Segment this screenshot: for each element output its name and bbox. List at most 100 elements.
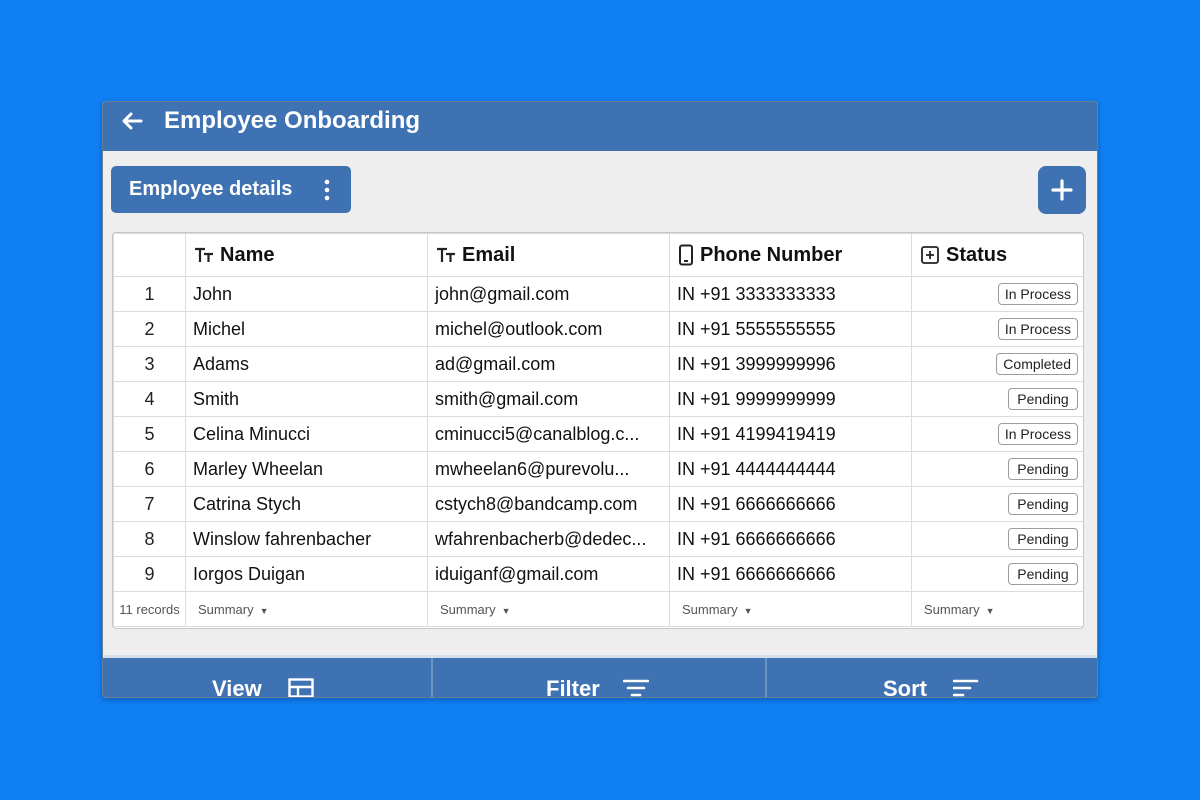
status-cell[interactable]: Pending: [911, 521, 1083, 557]
column-label: Email: [462, 243, 516, 266]
caret-down-icon: ▼: [259, 605, 269, 616]
sort-button[interactable]: Sort: [767, 658, 1097, 697]
bottom-action-bar: View Filter Sort: [103, 655, 1097, 698]
summary-dropdown: Summary ▼: [913, 601, 995, 617]
summary-cell-phone[interactable]: Summary ▼: [669, 591, 912, 627]
records-table: Name Email Phone Number Status 1 John jo…: [113, 233, 1083, 627]
email-cell[interactable]: ad@gmail.com: [427, 346, 670, 382]
name-cell[interactable]: Marley Wheelan: [185, 451, 428, 487]
email-cell[interactable]: john@gmail.com: [427, 276, 670, 312]
view-label: View: [212, 676, 262, 698]
app-window: Employee Onboarding Employee details Nam…: [102, 101, 1098, 698]
column-header-phone[interactable]: Phone Number: [669, 233, 912, 277]
status-cell[interactable]: Pending: [911, 486, 1083, 522]
row-number: 1: [113, 276, 186, 312]
status-cell[interactable]: In Process: [911, 416, 1083, 452]
status-badge: Pending: [1008, 528, 1078, 550]
column-header-name[interactable]: Name: [185, 233, 428, 277]
name-cell[interactable]: Winslow fahrenbacher: [185, 521, 428, 557]
row-number: 9: [113, 556, 186, 592]
row-number: 6: [113, 451, 186, 487]
data-grid: Name Email Phone Number Status 1 John jo…: [112, 232, 1084, 629]
name-cell[interactable]: Catrina Stych: [185, 486, 428, 522]
table-row[interactable]: 5 Celina Minucci cminucci5@canalblog.c..…: [113, 416, 1083, 452]
select-box-icon: [921, 246, 939, 264]
text-type-icon: [195, 247, 213, 262]
summary-label: Summary: [440, 601, 496, 617]
phone-cell[interactable]: IN +91 3333333333: [669, 276, 912, 312]
phone-cell[interactable]: IN +91 9999999999: [669, 381, 912, 417]
caret-down-icon: ▼: [985, 605, 995, 616]
name-cell[interactable]: Adams: [185, 346, 428, 382]
filter-label: Filter: [546, 676, 600, 698]
summary-cell-name[interactable]: Summary ▼: [185, 591, 428, 627]
table-row[interactable]: 6 Marley Wheelan mwheelan6@purevolu... I…: [113, 451, 1083, 487]
table-row[interactable]: 7 Catrina Stych cstych8@bandcamp.com IN …: [113, 486, 1083, 522]
summary-dropdown: Summary ▼: [187, 602, 269, 617]
status-cell[interactable]: Pending: [911, 381, 1083, 417]
column-header-status[interactable]: Status: [911, 233, 1083, 277]
email-cell[interactable]: michel@outlook.com: [427, 311, 670, 347]
kebab-menu-icon[interactable]: [322, 179, 332, 201]
summary-cell-email[interactable]: Summary ▼: [427, 591, 670, 627]
email-cell[interactable]: smith@gmail.com: [427, 381, 670, 417]
status-cell[interactable]: Pending: [911, 556, 1083, 592]
column-label: Name: [220, 243, 275, 266]
status-badge: Pending: [1008, 563, 1078, 585]
table-row[interactable]: 1 John john@gmail.com IN +91 3333333333 …: [113, 276, 1083, 312]
header-row: Name Email Phone Number Status: [113, 233, 1083, 277]
phone-cell[interactable]: IN +91 6666666666: [669, 486, 912, 522]
status-cell[interactable]: Completed: [911, 346, 1083, 382]
phone-cell[interactable]: IN +91 5555555555: [669, 311, 912, 347]
name-cell[interactable]: Smith: [185, 381, 428, 417]
summary-cell-status[interactable]: Summary ▼: [911, 591, 1083, 627]
phone-cell[interactable]: IN +91 6666666666: [669, 556, 912, 592]
name-cell[interactable]: Iorgos Duigan: [185, 556, 428, 592]
view-selector-button[interactable]: Employee details: [111, 166, 351, 213]
row-number: 5: [113, 416, 186, 452]
status-badge: In Process: [997, 423, 1078, 445]
row-number: 4: [113, 381, 186, 417]
row-number: 7: [113, 486, 186, 522]
email-cell[interactable]: cminucci5@canalblog.c...: [427, 416, 670, 452]
summary-label: Summary: [924, 601, 980, 617]
status-badge: In Process: [997, 318, 1078, 340]
status-badge: Completed: [996, 353, 1078, 375]
text-type-icon: [437, 247, 455, 262]
phone-cell[interactable]: IN +91 6666666666: [669, 521, 912, 557]
summary-dropdown: Summary ▼: [429, 601, 511, 617]
status-cell[interactable]: Pending: [911, 451, 1083, 487]
status-badge: In Process: [997, 283, 1078, 305]
table-row[interactable]: 3 Adams ad@gmail.com IN +91 3999999996 C…: [113, 346, 1083, 382]
status-badge: Pending: [1008, 493, 1078, 515]
phone-cell[interactable]: IN +91 4199419419: [669, 416, 912, 452]
filter-button[interactable]: Filter: [433, 658, 765, 698]
email-cell[interactable]: mwheelan6@purevolu...: [427, 451, 670, 487]
view-button[interactable]: View: [103, 658, 431, 698]
table-row[interactable]: 9 Iorgos Duigan iduiganf@gmail.com IN +9…: [113, 556, 1083, 592]
sort-icon: [953, 679, 979, 697]
back-arrow-icon[interactable]: [117, 106, 147, 136]
status-cell[interactable]: In Process: [911, 311, 1083, 347]
summary-label: Summary: [682, 601, 738, 617]
table-row[interactable]: 8 Winslow fahrenbacher wfahrenbacherb@de…: [113, 521, 1083, 557]
email-cell[interactable]: wfahrenbacherb@dedec...: [427, 521, 670, 557]
column-header-email[interactable]: Email: [427, 233, 670, 277]
table-row[interactable]: 2 Michel michel@outlook.com IN +91 55555…: [113, 311, 1083, 347]
title-bar: Employee Onboarding: [103, 102, 1097, 151]
status-cell[interactable]: In Process: [911, 276, 1083, 312]
plus-icon: [1051, 179, 1073, 201]
phone-icon: [679, 244, 693, 266]
column-label: Phone Number: [700, 243, 843, 266]
phone-cell[interactable]: IN +91 4444444444: [669, 451, 912, 487]
name-cell[interactable]: Celina Minucci: [185, 416, 428, 452]
email-cell[interactable]: cstych8@bandcamp.com: [427, 486, 670, 522]
name-cell[interactable]: John: [185, 276, 428, 312]
name-cell[interactable]: Michel: [185, 311, 428, 347]
row-number: 2: [113, 311, 186, 347]
email-cell[interactable]: iduiganf@gmail.com: [427, 556, 670, 592]
phone-cell[interactable]: IN +91 3999999996: [669, 346, 912, 382]
add-record-button[interactable]: [1038, 166, 1086, 214]
caret-down-icon: ▼: [743, 605, 753, 616]
table-row[interactable]: 4 Smith smith@gmail.com IN +91 999999999…: [113, 381, 1083, 417]
